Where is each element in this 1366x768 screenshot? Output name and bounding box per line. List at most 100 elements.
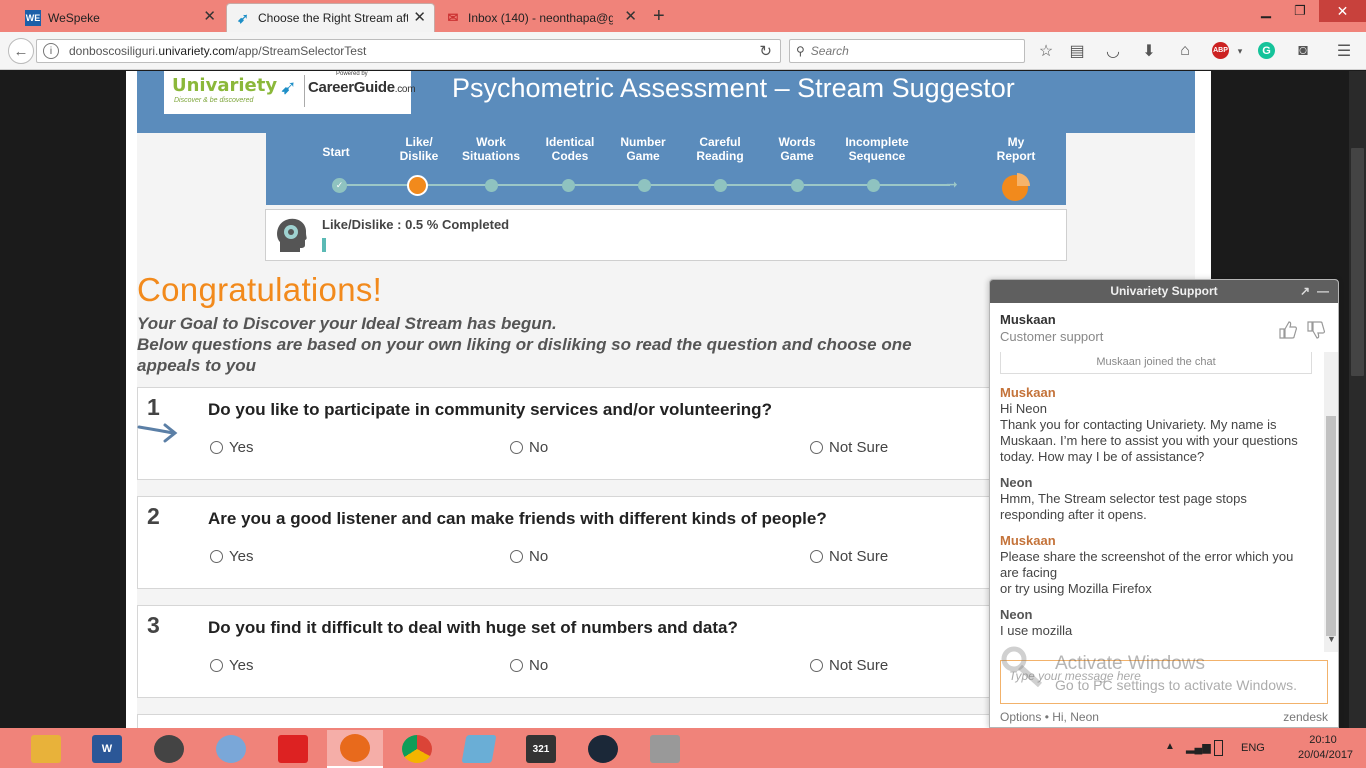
tab-wespeke[interactable]: WE WeSpeke ✕ [17,3,224,32]
tab-stream-selector[interactable]: ➹ Choose the Right Stream aft ✕ [226,3,435,32]
popout-icon[interactable]: ↗ [1300,280,1310,303]
gmail-icon: ✉ [447,9,459,25]
thumbs-up-icon[interactable] [1278,320,1298,340]
radio-button[interactable] [810,659,823,672]
chat-transcript[interactable]: Muskaan joined the chat Muskaan Hi Neon … [990,352,1324,652]
radio-button[interactable] [510,441,523,454]
radio-button[interactable] [510,659,523,672]
chat-header[interactable]: Univariety Support ↗ — [990,280,1338,303]
taskbar-chrome[interactable] [389,730,445,768]
chat-message: Neon I use mozilla [1000,607,1310,639]
show-hidden-icons-icon[interactable]: ▲ [1165,741,1175,752]
pocket-icon[interactable]: ◡ [1103,41,1123,61]
taskbar-steam[interactable] [575,730,631,768]
radio-button[interactable] [810,550,823,563]
option-yes[interactable]: Yes [210,439,253,456]
reading-list-icon[interactable]: ▤ [1067,41,1087,61]
close-tab-icon[interactable]: ✕ [203,9,216,24]
step-number-game-dot[interactable] [638,179,651,192]
network-signal-icon[interactable]: ▂▄▆ [1186,741,1211,754]
step-work-situations-dot[interactable] [485,179,498,192]
agent-name: Muskaan [1000,312,1056,327]
option-no[interactable]: No [510,439,548,456]
option-not-sure[interactable]: Not Sure [810,439,888,456]
radio-button[interactable] [810,441,823,454]
reload-icon[interactable]: ↻ [759,42,772,60]
step-words-game-dot[interactable] [791,179,804,192]
close-tab-icon[interactable]: ✕ [413,10,426,25]
option-no[interactable]: No [510,548,548,565]
taskbar-camera[interactable] [141,730,197,768]
question-number: 3 [147,612,160,638]
step-careful-reading-dot[interactable] [714,179,727,192]
page-scrollbar-thumb[interactable] [1351,148,1364,376]
thumbs-down-icon[interactable] [1306,320,1326,340]
back-arrow-icon[interactable]: ← [8,38,34,64]
option-yes[interactable]: Yes [210,548,253,565]
hamburger-menu-icon[interactable]: ☰ [1334,41,1354,61]
maximize-window-icon[interactable]: ❐ [1282,0,1318,22]
taskbar-calendar[interactable]: 321 [513,730,569,768]
close-window-icon[interactable]: ✕ [1319,0,1366,22]
tab-inbox[interactable]: ✉ Inbox (140) - neonthapa@gm ✕ [437,3,645,32]
info-icon[interactable]: i [43,43,59,59]
tab-label: Inbox (140) - neonthapa@gm [468,10,613,25]
question-text: Do you like to participate in community … [208,400,772,419]
battery-icon[interactable] [1214,740,1223,756]
chat-options-link[interactable]: Options • Hi, Neon [1000,710,1099,724]
taskbar-notepad[interactable] [451,730,507,768]
close-tab-icon[interactable]: ✕ [624,9,637,24]
system-clock[interactable]: 20:10 20/04/2017 [1298,733,1353,763]
language-indicator[interactable]: ENG [1241,742,1265,754]
option-yes[interactable]: Yes [210,657,253,674]
chat-title: Univariety Support [1110,284,1218,298]
message-line: Please share the screenshot of the error… [1000,549,1294,580]
pie-chart-icon[interactable] [1000,173,1030,203]
taskbar-tool[interactable] [637,730,693,768]
careerguide-logo-text: CareerGuide.com [308,79,416,96]
chevron-down-icon[interactable]: ▼ [1327,634,1336,644]
step-identical-codes-dot[interactable] [562,179,575,192]
minimize-icon[interactable]: — [1317,280,1329,303]
url-path: /app/StreamSelectorTest [234,44,367,58]
chevron-down-icon[interactable]: ▾ [1230,41,1250,61]
search-icon: ⚲ [796,44,805,58]
adblock-icon[interactable]: ABP [1212,42,1229,59]
option-no[interactable]: No [510,657,548,674]
new-tab-icon[interactable]: + [653,5,665,28]
option-not-sure[interactable]: Not Sure [810,548,888,565]
radio-button[interactable] [510,550,523,563]
option-not-sure[interactable]: Not Sure [810,657,888,674]
univariety-swoosh-icon: ➹ [280,77,297,99]
step-start-dot[interactable]: ✓ [332,178,347,193]
taskbar-file-explorer[interactable] [18,730,74,768]
word-icon: W [92,735,122,763]
taskbar-word[interactable]: W [79,730,135,768]
message-line: or try using Mozilla Firefox [1000,581,1152,596]
download-icon[interactable]: ⬇ [1139,41,1159,61]
brain-head-icon [277,218,307,252]
search-input[interactable]: ⚲ Search [789,39,1025,63]
radio-button[interactable] [210,659,223,672]
taskbar-firefox[interactable] [327,730,383,768]
chat-scrollbar-thumb[interactable] [1326,416,1336,636]
home-icon[interactable]: ⌂ [1175,41,1195,61]
url-bar[interactable]: i donboscosiliguri. univariety.com/app/St… [36,39,781,63]
radio-button[interactable] [210,550,223,563]
taskbar-media-player[interactable] [265,730,321,768]
taskbar-paint[interactable] [203,730,259,768]
screenshot-icon[interactable]: ◙ [1293,41,1313,61]
current-question-arrow-icon [137,423,178,443]
completion-panel: Like/Dislike : 0.5 % Completed [265,209,1067,261]
logo[interactable]: Univariety Discover & be discovered ➹ Po… [164,71,416,114]
step-like-dislike-dot[interactable] [407,175,428,196]
radio-button[interactable] [210,441,223,454]
bookmark-star-icon[interactable]: ☆ [1036,41,1056,61]
zendesk-brand[interactable]: zendesk [1283,710,1328,724]
intro-text: Your Goal to Discover your Ideal Stream … [137,313,997,376]
step-careful-reading-label: Careful Reading [696,135,744,163]
question-card-3: 3 Do you find it difficult to deal with … [137,605,997,698]
step-incomplete-sequence-dot[interactable] [867,179,880,192]
grammarly-icon[interactable]: G [1258,42,1275,59]
progress-steps: ➞ Start Like/ Dislike Work Situations Id… [266,133,1066,205]
